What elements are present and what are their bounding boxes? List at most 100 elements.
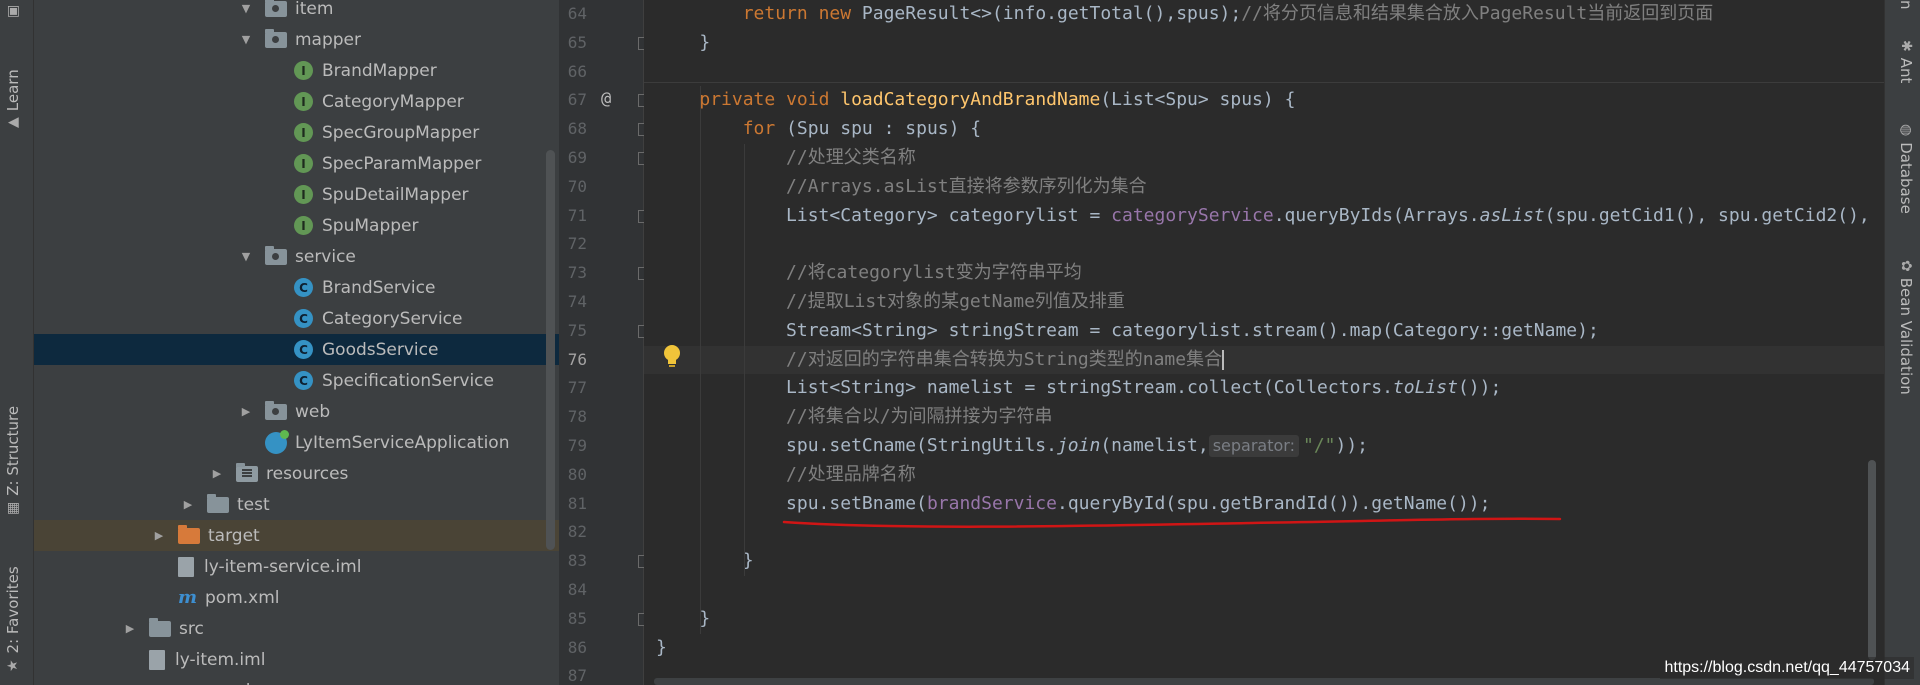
- line-number: 75: [567, 320, 587, 340]
- tool-tab-partial[interactable]: n: [1897, 0, 1915, 10]
- editor-vertical-scrollbar[interactable]: [1868, 460, 1876, 660]
- code-line[interactable]: //Arrays.asList直接将参数序列化为集合: [656, 173, 1147, 201]
- tool-tab-ant[interactable]: ✱ Ant: [1897, 40, 1915, 83]
- expand-arrow-icon[interactable]: ▼: [239, 2, 253, 15]
- tree-item-label: service: [295, 246, 356, 267]
- code-line[interactable]: //将集合以/为间隔拼接为字符串: [656, 403, 1053, 431]
- code-token: .queryById(spu.getBrandId()).getName());: [1056, 492, 1491, 514]
- line-number: 84: [567, 580, 587, 599]
- tree-item[interactable]: I BrandMapper: [34, 55, 559, 86]
- tree-item-label: ly-item-service.iml: [204, 556, 362, 577]
- code-line[interactable]: //对返回的字符串集合转换为String类型的name集合: [656, 346, 1225, 374]
- code-line[interactable]: spu.setCname(StringUtils.join(namelist, s…: [656, 432, 1368, 460]
- editor-gutter: 64 65 66 67 @68 69 70 71 72 73 74 75 76 77 78 79 80 81 82 8…: [559, 0, 649, 685]
- collapse-arrow-icon[interactable]: ▶: [152, 529, 166, 542]
- code-line[interactable]: Stream<String> stringStream = categoryli…: [656, 317, 1599, 345]
- tree-item[interactable]: LyItemServiceApplication: [34, 427, 559, 458]
- code-line[interactable]: private void loadCategoryAndBrandName(Li…: [656, 86, 1295, 114]
- tree-item[interactable]: C SpecificationService: [34, 365, 559, 396]
- tool-tab-structure-label: Z: Structure: [4, 405, 22, 496]
- tool-tab-favorites-label: 2: Favorites: [4, 566, 22, 654]
- tree-item[interactable]: ▼ item: [34, 0, 559, 24]
- watermark-url: https://blog.csdn.net/qq_44757034: [1660, 657, 1914, 679]
- tree-item[interactable]: I SpecGroupMapper: [34, 117, 559, 148]
- tool-tab-favorites[interactable]: ★ 2: Favorites: [4, 566, 22, 672]
- code-line[interactable]: //处理品牌名称: [656, 461, 916, 489]
- line-number: 79: [567, 436, 587, 455]
- tree-item[interactable]: m pom.xml: [34, 675, 559, 685]
- interface-icon: I: [294, 185, 313, 204]
- code-line[interactable]: List<Category> categorylist = categorySe…: [656, 202, 1870, 230]
- code-line[interactable]: List<String> namelist = stringStream.col…: [656, 374, 1501, 402]
- expand-arrow-icon[interactable]: ▼: [239, 250, 253, 263]
- editor-horizontal-scrollbar[interactable]: [654, 678, 1874, 685]
- folder-icon: [207, 493, 229, 513]
- tree-item[interactable]: C CategoryService: [34, 303, 559, 334]
- tool-tab-database[interactable]: ◍ Database: [1897, 124, 1915, 214]
- expand-arrow-icon[interactable]: ▼: [239, 33, 253, 46]
- collapse-arrow-icon[interactable]: ▶: [123, 622, 137, 635]
- code-line[interactable]: //提取List对象的某getName列值及排重: [656, 288, 1125, 316]
- override-marker-icon[interactable]: @: [601, 89, 611, 109]
- tool-tab-learn[interactable]: ▲ Learn: [4, 69, 22, 128]
- code-line[interactable]: }: [656, 547, 754, 575]
- collapse-arrow-icon[interactable]: ▶: [239, 405, 253, 418]
- project-tree-scrollbar[interactable]: [546, 150, 555, 550]
- line-number: 76: [567, 349, 587, 369]
- code-line[interactable]: }: [656, 605, 710, 633]
- left-tool-strip: ▣ 1 ▲ Learn ▦ Z: Structure ★ 2: Favorite…: [0, 0, 34, 685]
- line-number: 87: [567, 666, 587, 685]
- line-number: 70: [567, 176, 587, 196]
- tree-item[interactable]: ▼ service: [34, 241, 559, 272]
- tree-item[interactable]: C GoodsService: [34, 334, 559, 365]
- tree-item-label: item: [295, 0, 334, 19]
- tree-item[interactable]: ▶ target: [34, 520, 559, 551]
- code-line[interactable]: }: [656, 29, 710, 57]
- tree-item[interactable]: m pom.xml: [34, 582, 559, 613]
- class-icon: C: [294, 340, 313, 359]
- text-cursor: [1222, 349, 1225, 370]
- tool-tab-bean-validation[interactable]: ✿ Bean Validation: [1897, 260, 1915, 395]
- line-number: 74: [567, 292, 587, 311]
- tree-item-label: GoodsService: [322, 339, 439, 360]
- code-line[interactable]: for (Spu spu : spus) {: [656, 115, 981, 143]
- tree-item[interactable]: ▶ src: [34, 613, 559, 644]
- tree-item[interactable]: ▶ resources: [34, 458, 559, 489]
- line-number: 66: [567, 61, 587, 81]
- code-line[interactable]: }: [656, 634, 667, 662]
- line-number: 82: [567, 522, 587, 542]
- code-line[interactable]: //将categorylist变为字符串平均: [656, 259, 1082, 287]
- tree-item-label: SpecParamMapper: [322, 153, 482, 174]
- tree-item-label: SpecGroupMapper: [322, 122, 480, 143]
- code-editor[interactable]: return new PageResult<>(info.getTotal(),…: [644, 0, 1884, 685]
- tree-item[interactable]: C BrandService: [34, 272, 559, 303]
- collapse-arrow-icon[interactable]: ▶: [210, 467, 224, 480]
- tree-item[interactable]: ▼ mapper: [34, 24, 559, 55]
- code-line[interactable]: spu.setBname(brandService.queryById(spu.…: [656, 490, 1490, 518]
- line-number: 65: [567, 32, 587, 52]
- line-number: 78: [567, 407, 587, 427]
- tree-item[interactable]: I CategoryMapper: [34, 86, 559, 117]
- tree-item[interactable]: ly-item.iml: [34, 644, 559, 675]
- collapse-arrow-icon[interactable]: ▶: [181, 498, 195, 511]
- code-token: brandService: [926, 492, 1057, 514]
- tree-item[interactable]: I SpuMapper: [34, 210, 559, 241]
- code-token: (namelist,: [1100, 435, 1209, 456]
- code-line[interactable]: //处理父类名称: [656, 144, 916, 172]
- tree-item[interactable]: I SpuDetailMapper: [34, 179, 559, 210]
- tree-item-label: CategoryService: [322, 308, 463, 329]
- tree-item[interactable]: ly-item-service.iml: [34, 551, 559, 582]
- tree-item[interactable]: ▶ web: [34, 396, 559, 427]
- interface-icon: I: [294, 154, 313, 173]
- package-folder-icon: [265, 28, 287, 48]
- tool-tab-project[interactable]: ▣ 1: [4, 0, 22, 18]
- code-line[interactable]: return new PageResult<>(info.getTotal(),…: [656, 0, 1714, 28]
- tool-tab-structure[interactable]: ▦ Z: Structure: [4, 406, 22, 515]
- tree-item[interactable]: ▶ test: [34, 489, 559, 520]
- code-token: loadCategoryAndBrandName: [840, 89, 1101, 111]
- tree-item[interactable]: I SpecParamMapper: [34, 148, 559, 179]
- tree-item-label: CategoryMapper: [322, 91, 464, 112]
